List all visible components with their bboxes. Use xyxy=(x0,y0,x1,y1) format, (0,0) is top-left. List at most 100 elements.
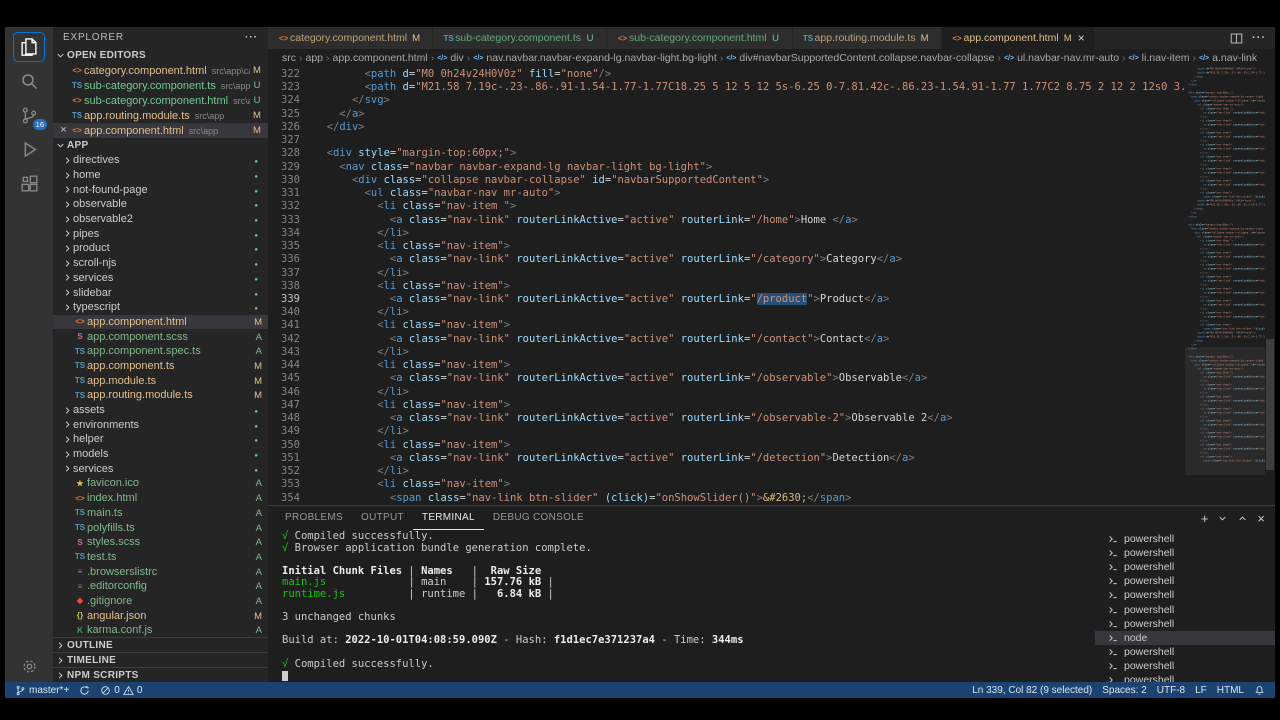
terminal-session-powershell-3[interactable]: powershell xyxy=(1095,574,1275,588)
code-editor[interactable]: 322 323 324 325 326 327 328 329 330 331 332 333 334 3… xyxy=(268,67,1275,505)
folder-not-found-page[interactable]: not-found-page ● xyxy=(53,182,268,197)
open-editor-app.routing.module.ts[interactable]: TS app.routing.module.ts src\app M xyxy=(53,108,268,123)
activitybar-explorer[interactable] xyxy=(7,31,51,63)
panel-tab-terminal[interactable]: TERMINAL xyxy=(412,506,484,530)
panel-tab-problems[interactable]: PROBLEMS xyxy=(276,506,352,530)
scrollbar-thumb[interactable] xyxy=(1266,338,1274,470)
close-icon[interactable]: × xyxy=(1078,32,1085,44)
section-outline[interactable]: OUTLINE xyxy=(53,637,268,652)
folder-observable[interactable]: observable ● xyxy=(53,197,268,212)
folder-environments[interactable]: environments ● xyxy=(53,417,268,432)
terminal-session-powershell-8[interactable]: powershell xyxy=(1095,645,1275,659)
folder-services[interactable]: services ● xyxy=(53,271,268,286)
folder-services[interactable]: services ● xyxy=(53,461,268,476)
activitybar-run-debug[interactable] xyxy=(7,133,51,165)
close-panel-icon[interactable]: × xyxy=(1257,511,1265,526)
folder-typescript[interactable]: typescript ● xyxy=(53,300,268,315)
file-app.component.spec.ts[interactable]: TS app.component.spec.ts A xyxy=(53,344,268,359)
breadcrumb-item[interactable]: app.component.html xyxy=(333,52,428,64)
explorer-more-actions-icon[interactable]: ··· xyxy=(245,32,258,43)
file-angular.json[interactable]: {} angular.json M xyxy=(53,608,268,623)
breadcrumb-item[interactable]: </> ul.navbar-nav.mr-auto xyxy=(1004,52,1119,64)
terminal-session-powershell-1[interactable]: powershell xyxy=(1095,546,1275,560)
git-branch-indicator[interactable]: master*+ xyxy=(15,685,69,696)
folder-directives[interactable]: directives ● xyxy=(53,153,268,168)
terminal-session-powershell-9[interactable]: powershell xyxy=(1095,659,1275,673)
editor-scrollbar[interactable] xyxy=(1265,67,1275,505)
status-indentation[interactable]: Spaces: 2 xyxy=(1102,685,1146,696)
project-section-header[interactable]: APP xyxy=(53,138,268,153)
file-styles.scss[interactable]: Sstyles.scss A xyxy=(53,535,268,550)
breadcrumb-item[interactable]: </> li.nav-item xyxy=(1129,52,1190,64)
file-index.html[interactable]: <> index.html A xyxy=(53,491,268,506)
breadcrumb-item[interactable]: </> div#navbarSupportedContent.collapse.n… xyxy=(726,52,994,64)
folder-scroll-njs[interactable]: scroll-njs ● xyxy=(53,256,268,271)
file-favicon.ico[interactable]: ★ favicon.ico A xyxy=(53,476,268,491)
close-icon[interactable]: × xyxy=(57,125,70,136)
maximize-panel-icon[interactable] xyxy=(1237,513,1248,524)
breadcrumb-item[interactable]: src xyxy=(282,52,296,64)
code-content[interactable]: <path d="M0 0h24v24H0V0z" fill="none"/> … xyxy=(314,67,1185,505)
file-polyfills.ts[interactable]: TS polyfills.ts A xyxy=(53,520,268,535)
folder-observable2[interactable]: observable2 ● xyxy=(53,212,268,227)
terminal-session-powershell-5[interactable]: powershell xyxy=(1095,602,1275,616)
terminal-session-powershell-6[interactable]: powershell xyxy=(1095,617,1275,631)
tab-sub-category.component.ts[interactable]: TS sub-category.component.ts U xyxy=(433,27,607,49)
terminal-session-powershell-10[interactable]: powershell xyxy=(1095,673,1275,682)
new-terminal-icon[interactable]: + xyxy=(1201,511,1209,526)
panel-tab-debug-console[interactable]: DEBUG CONSOLE xyxy=(484,506,593,530)
terminal-session-node-7[interactable]: node xyxy=(1095,630,1275,645)
open-editor-sub-category.component.html[interactable]: <>sub-category.component.html src\app\cat… xyxy=(53,93,268,108)
status-cursor-position[interactable]: Ln 339, Col 82 (9 selected) xyxy=(972,685,1092,696)
file-main.ts[interactable]: TS main.ts A xyxy=(53,506,268,521)
tab-category.component.html[interactable]: <> category.component.html M xyxy=(268,27,434,49)
panel-tab-output[interactable]: OUTPUT xyxy=(352,506,413,530)
terminal-session-powershell-0[interactable]: powershell xyxy=(1095,532,1275,546)
file-test.ts[interactable]: TS test.ts A xyxy=(53,550,268,565)
activitybar-extensions[interactable] xyxy=(7,167,51,199)
folder-slidebar[interactable]: slidebar ● xyxy=(53,285,268,300)
file-app.module.ts[interactable]: TS app.module.ts M xyxy=(53,373,268,388)
open-editor-category.component.html[interactable]: <>category.component.html src\app\categor… xyxy=(53,63,268,78)
folder-models[interactable]: models ● xyxy=(53,447,268,462)
notifications-bell[interactable] xyxy=(1254,685,1265,696)
file-.gitignore[interactable]: ◆ .gitignore A xyxy=(53,594,268,609)
file-app.component.html[interactable]: <> app.component.html M xyxy=(53,314,268,330)
breadcrumb-item[interactable]: </> div xyxy=(437,52,464,64)
folder-product[interactable]: product ● xyxy=(53,241,268,256)
folder-helper[interactable]: helper ● xyxy=(53,432,268,447)
activitybar-settings[interactable] xyxy=(7,650,51,682)
terminal-session-powershell-4[interactable]: powershell xyxy=(1095,588,1275,602)
terminal-session-powershell-2[interactable]: powershell xyxy=(1095,560,1275,574)
terminal-output[interactable]: √ Compiled successfully. √ Browser applic… xyxy=(268,530,1095,682)
open-editors-header[interactable]: OPEN EDITORS xyxy=(53,48,268,63)
folder-assets[interactable]: assets ● xyxy=(53,403,268,418)
status-eol[interactable]: LF xyxy=(1195,685,1207,696)
file-app.component.scss[interactable]: Sapp.component.scss A xyxy=(53,329,268,344)
file-.browserslistrc[interactable]: ≡ .browserslistrc A xyxy=(53,564,268,579)
split-editor-icon[interactable] xyxy=(1230,32,1243,45)
folder-pipes[interactable]: pipes ● xyxy=(53,226,268,241)
status-language-mode[interactable]: HTML xyxy=(1217,685,1244,696)
activitybar-source-control[interactable]: 16 xyxy=(7,99,51,131)
breadcrumb-item[interactable]: </> nav.navbar.navbar-expand-lg.navbar-li… xyxy=(473,52,717,64)
tab-app.routing.module.ts[interactable]: TS app.routing.module.ts M xyxy=(792,27,942,49)
file-.editorconfig[interactable]: ≡ .editorconfig A xyxy=(53,579,268,594)
tab-app.component.html[interactable]: <> app.component.html M × xyxy=(941,27,1095,49)
file-app.component.ts[interactable]: TS app.component.ts M xyxy=(53,359,268,374)
activitybar-search[interactable] xyxy=(7,65,51,97)
editor-more-actions-icon[interactable]: ··· xyxy=(1252,32,1266,44)
open-editor-sub-category.component.ts[interactable]: TSsub-category.component.ts src\app\categ… xyxy=(53,78,268,93)
minimap-slider[interactable] xyxy=(1185,347,1265,475)
file-karma.conf.js[interactable]: Kkarma.conf.js A xyxy=(53,623,268,637)
sync-changes-button[interactable] xyxy=(79,685,90,696)
status-encoding[interactable]: UTF-8 xyxy=(1157,685,1185,696)
minimap[interactable]: <path d="M0 0h24v24H0V0z" fill="none"/> … xyxy=(1185,67,1265,505)
folder-home[interactable]: home ● xyxy=(53,168,268,183)
tab-sub-category.component.html[interactable]: <> sub-category.component.html U xyxy=(607,27,793,49)
section-npm-scripts[interactable]: NPM SCRIPTS xyxy=(53,667,268,682)
open-editor-app.component.html[interactable]: × <> app.component.html src\app M xyxy=(53,123,268,138)
terminal-dropdown-icon[interactable] xyxy=(1217,513,1228,524)
breadcrumb-item[interactable]: app xyxy=(306,52,324,64)
section-timeline[interactable]: TIMELINE xyxy=(53,652,268,667)
